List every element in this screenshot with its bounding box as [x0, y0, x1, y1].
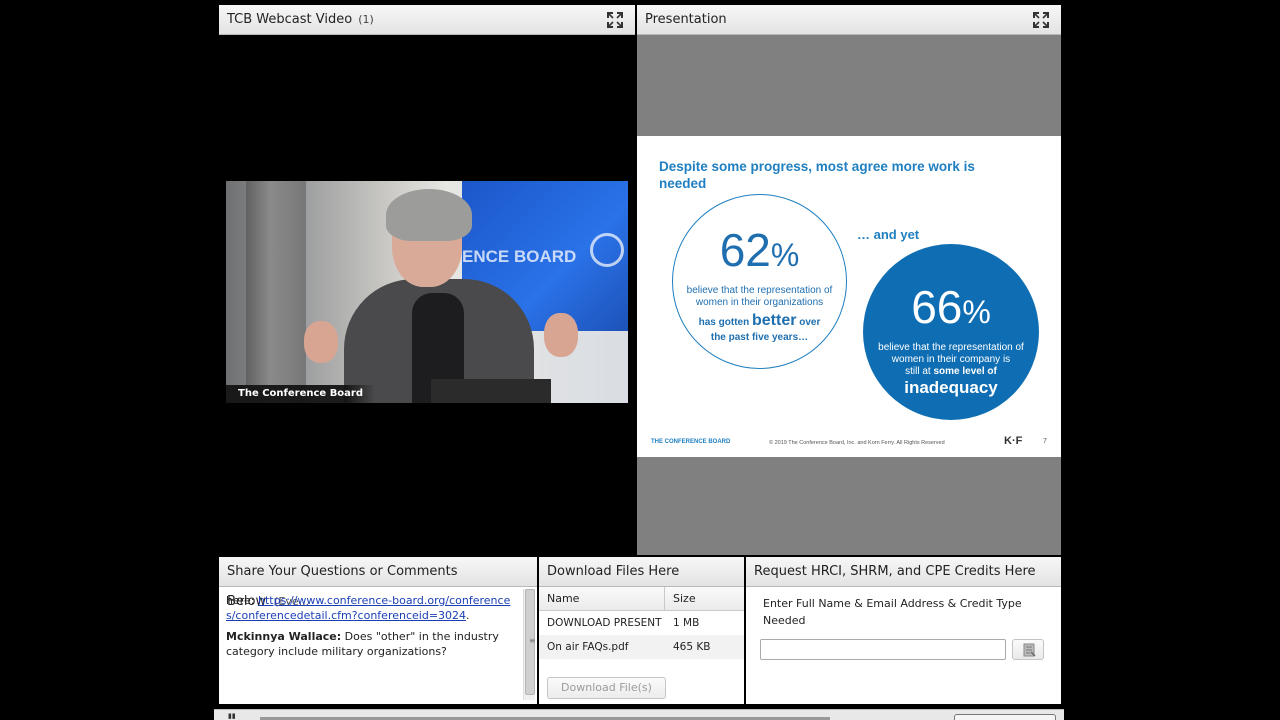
- stat-right-emph-word: some level of: [933, 366, 997, 377]
- korn-ferry-logo: K·F: [1004, 435, 1023, 447]
- speaker-hair: [386, 189, 472, 241]
- podium-laptop: [431, 379, 551, 403]
- send-icon: [1023, 643, 1036, 657]
- column-name[interactable]: Name: [539, 587, 665, 610]
- chat-message-suffix: .: [466, 608, 470, 622]
- slide-title: Despite some progress, most agree more w…: [659, 159, 975, 191]
- download-files-button[interactable]: Download File(s): [547, 677, 666, 699]
- stat-left-emphasis: has gotten better over: [679, 313, 840, 331]
- files-pod-header: Download Files Here: [539, 557, 744, 587]
- column-size[interactable]: Size: [665, 587, 696, 610]
- video-pod: TCB Webcast Video (1) ENCE BOARD The Conf…: [219, 5, 635, 555]
- slide-copyright: © 2019 The Conference Board, Inc. and Ko…: [769, 440, 945, 446]
- video-pod-title: TCB Webcast Video: [227, 12, 353, 27]
- chat-scrollbar[interactable]: ≡: [523, 589, 536, 700]
- chat-message: Mckinnya Wallace: Does "other" in the in…: [226, 630, 514, 659]
- credits-send-button[interactable]: [1012, 639, 1044, 660]
- credits-pod-title: Request HRCI, SHRM, and CPE Credits Here: [754, 564, 1036, 579]
- chat-message-prefix: here:: [226, 594, 258, 607]
- expand-icon[interactable]: [607, 12, 623, 28]
- bottom-toolbar: ▮▮: [214, 709, 1064, 720]
- video-stream: ENCE BOARD The Conference Board: [226, 181, 628, 403]
- stat-right-number: 66: [911, 281, 963, 333]
- studio-screen-text: ENCE BOARD: [462, 247, 577, 266]
- credits-input[interactable]: [760, 639, 1006, 660]
- stat-left-value: 62%: [673, 225, 846, 280]
- chat-pod: Share Your Questions or Comments Below (E…: [219, 557, 537, 704]
- stat-right-value: 66%: [863, 282, 1039, 337]
- credits-pod-header: Request HRCI, SHRM, and CPE Credits Here: [746, 557, 1061, 587]
- grip-icon: ≡: [529, 636, 536, 645]
- stat-right-emph-prefix: still at: [905, 366, 931, 377]
- presentation-pod-title: Presentation: [645, 12, 727, 27]
- stat-left-unit: %: [770, 237, 800, 273]
- stat-left-emph-prefix: has gotten: [698, 317, 750, 328]
- credits-pod: Request HRCI, SHRM, and CPE Credits Here…: [746, 557, 1061, 704]
- presentation-pod: Presentation Despite some progress, most…: [637, 5, 1061, 555]
- play-icon[interactable]: ▮▮: [228, 712, 236, 720]
- chat-messages: here: https://www.conference-board.org/c…: [219, 587, 521, 704]
- conference-board-logo: THE CONFERENCE BOARD: [651, 439, 731, 445]
- slide-footer: THE CONFERENCE BOARD © 2019 The Conferen…: [651, 435, 1047, 451]
- presentation-pod-header: Presentation: [637, 5, 1061, 35]
- file-row[interactable]: On air FAQs.pdf 465 KB: [539, 635, 744, 659]
- files-pod-title: Download Files Here: [547, 564, 680, 579]
- stat-circle-right: 66% believe that the representation of w…: [863, 244, 1039, 420]
- background-pillar: [246, 181, 306, 403]
- stat-right-unit: %: [962, 294, 991, 330]
- stat-left-emph-suffix: over: [799, 317, 821, 328]
- speaker-left-hand: [304, 321, 338, 363]
- stat-left-number: 62: [719, 224, 771, 276]
- presentation-slide: Despite some progress, most agree more w…: [637, 136, 1061, 457]
- chat-pod-header: Share Your Questions or Comments Below (E…: [219, 557, 537, 609]
- video-caption: The Conference Board: [226, 385, 376, 403]
- stat-right-text: believe that the representation of women…: [878, 342, 1024, 365]
- slide-page-number: 7: [1043, 438, 1047, 445]
- stat-right-big-word: inadequacy: [904, 378, 998, 397]
- file-name: DOWNLOAD PRESENT: [547, 617, 662, 629]
- speaker-right-hand: [544, 313, 578, 357]
- file-size: 465 KB: [673, 641, 711, 653]
- stat-left-emph-word: better: [751, 312, 797, 329]
- stat-left-text: believe that the representation of women…: [686, 285, 833, 308]
- globe-logo-icon: [590, 233, 624, 267]
- credits-prompt: Enter Full Name & Email Address & Credit…: [763, 597, 1022, 627]
- chat-sender: Mckinnya Wallace:: [226, 630, 342, 643]
- files-pod: Download Files Here Name Size DOWNLOAD P…: [539, 557, 744, 704]
- expand-icon[interactable]: [1033, 12, 1049, 28]
- stat-left-tail: the past five years…: [710, 332, 809, 343]
- stat-circle-left: 62% believe that the representation of w…: [672, 194, 847, 369]
- video-pod-header: TCB Webcast Video (1): [219, 5, 635, 35]
- slide-connector: … and yet: [857, 227, 920, 242]
- file-size: 1 MB: [673, 617, 700, 629]
- chat-scroll-thumb[interactable]: ≡: [525, 589, 536, 695]
- file-table: Name Size DOWNLOAD PRESENT 1 MB On air F…: [539, 587, 744, 659]
- stat-right-emphasis: still at some level of: [869, 366, 1033, 378]
- file-table-header: Name Size: [539, 587, 744, 611]
- file-row[interactable]: DOWNLOAD PRESENT 1 MB: [539, 611, 744, 635]
- chat-message: here: https://www.conference-board.org/c…: [226, 594, 514, 623]
- file-name: On air FAQs.pdf: [547, 641, 629, 653]
- video-pod-count: (1): [358, 13, 374, 26]
- bottom-action-button[interactable]: [954, 714, 1056, 720]
